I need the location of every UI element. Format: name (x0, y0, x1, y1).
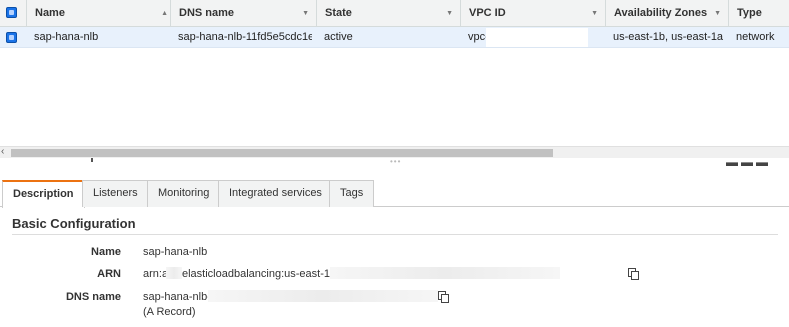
column-header-label: Availability Zones (614, 7, 708, 19)
tab-listeners[interactable]: Listeners (82, 180, 149, 207)
field-label-name: Name (91, 246, 121, 258)
column-header-label: DNS name (179, 7, 235, 19)
row-checkbox[interactable] (6, 32, 17, 43)
tab-description[interactable]: Description (2, 180, 85, 208)
copy-icon[interactable] (438, 291, 449, 303)
redacted-arn-account (166, 267, 182, 279)
column-header-state[interactable]: State ▼ (316, 0, 461, 27)
scrollbar-thumb[interactable] (11, 149, 553, 157)
column-header-availability-zones[interactable]: Availability Zones ▼ (605, 0, 729, 27)
column-header-dns-name[interactable]: DNS name ▼ (170, 0, 317, 27)
field-label-dns-name: DNS name (65, 291, 121, 303)
copy-icon[interactable] (628, 268, 639, 280)
select-all-checkbox[interactable] (6, 7, 17, 18)
redacted-arn-resource (330, 267, 560, 279)
sort-ascending-icon[interactable]: ▲ (161, 0, 168, 27)
splitter-tick (91, 158, 93, 162)
drag-handle-icon[interactable]: ••• (390, 157, 401, 166)
tab-monitoring[interactable]: Monitoring (147, 180, 221, 207)
field-value-arn: arn:a (143, 268, 169, 280)
cell-name: sap-hana-nlb (34, 31, 99, 43)
field-value-dns-name: sap-hana-nlb- (143, 291, 211, 303)
column-header-name[interactable]: Name ▲ (26, 0, 176, 27)
cell-availability-zones: us-east-1b, us-east-1a (613, 31, 724, 43)
field-value-name: sap-hana-nlb (143, 246, 208, 258)
table-header: Name ▲ DNS name ▼ State ▼ VPC ID ▼ Avail… (0, 0, 789, 27)
redacted-vpc-id (486, 28, 588, 47)
sort-icon[interactable]: ▼ (714, 0, 721, 27)
column-header-label: State (325, 7, 352, 19)
column-header-label: Type (737, 7, 762, 19)
cell-dns-name: sap-hana-nlb-11fd5e5cdc1e4f... (178, 31, 312, 43)
tab-integrated-services[interactable]: Integrated services (218, 180, 333, 207)
panel-splitter[interactable]: ••• ▬▬▬ (0, 156, 789, 168)
column-header-label: VPC ID (469, 7, 506, 19)
panel-layout-icon[interactable]: ▬▬▬ (726, 156, 771, 168)
sort-icon[interactable]: ▼ (302, 0, 309, 27)
column-header-label: Name (35, 7, 65, 19)
details-tabs: Description Listeners Monitoring Integra… (0, 180, 789, 208)
table-row[interactable]: sap-hana-nlb sap-hana-nlb-11fd5e5cdc1e4f… (0, 27, 789, 48)
field-label-arn: ARN (97, 268, 121, 280)
field-value-arn-service: elasticloadbalancing:us-east-1: (182, 268, 334, 280)
field-note-a-record: (A Record) (143, 306, 196, 318)
column-header-vpc-id[interactable]: VPC ID ▼ (460, 0, 606, 27)
sort-icon[interactable]: ▼ (591, 0, 598, 27)
section-divider (12, 234, 778, 235)
cell-state: active (324, 31, 353, 43)
column-header-type[interactable]: Type (728, 0, 789, 27)
cell-type: network (736, 31, 775, 43)
sort-icon[interactable]: ▼ (446, 0, 453, 27)
tab-tags[interactable]: Tags (329, 180, 375, 207)
scroll-left-icon[interactable]: ‹ (1, 146, 4, 157)
section-title: Basic Configuration (12, 216, 136, 231)
redacted-dns-name (208, 290, 438, 302)
